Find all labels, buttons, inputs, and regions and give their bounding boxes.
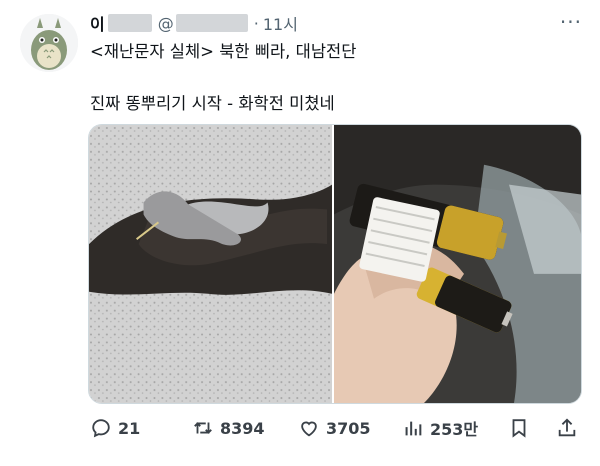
retweet-icon	[194, 422, 212, 434]
photo-leaflet-on-ground[interactable]	[89, 125, 334, 403]
redacted-name	[107, 14, 152, 32]
retweet-button[interactable]: 8394	[192, 413, 265, 443]
bookmark-button[interactable]	[508, 413, 530, 443]
more-options-icon[interactable]: ···	[560, 10, 582, 34]
views-count: 253만	[430, 420, 479, 439]
leaflet-balloon-on-ground-icon	[89, 125, 332, 403]
tweet-media[interactable]	[88, 124, 582, 404]
totoro-avatar-icon	[20, 14, 78, 72]
views-button[interactable]: 253만	[402, 413, 478, 443]
reply-count: 21	[118, 418, 141, 438]
reply-icon	[92, 419, 110, 438]
tweet-text-line-1: <재난문자 실체> 북한 삐라, 대남전단	[90, 42, 357, 61]
photo-hand-holding-batteries[interactable]	[334, 125, 581, 403]
author-handle[interactable]: @	[158, 14, 174, 33]
like-count: 3705	[326, 418, 371, 438]
views-chart-icon	[405, 421, 422, 436]
share-button[interactable]	[556, 413, 578, 443]
tweet-time[interactable]: 11시	[263, 11, 298, 35]
redacted-handle	[175, 14, 248, 32]
heart-icon	[301, 421, 317, 437]
bookmark-icon	[512, 419, 526, 438]
tweet-text-line-2: 진짜 똥뿌리기 시작 - 화학전 미쳤네	[90, 94, 335, 113]
retweet-count: 8394	[220, 418, 265, 438]
author-name[interactable]: 이	[90, 11, 105, 35]
like-button[interactable]: 3705	[298, 413, 371, 443]
tweet-actions: 21 8394 3705 253만	[0, 413, 600, 443]
reply-button[interactable]: 21	[90, 413, 140, 443]
avatar[interactable]	[20, 14, 78, 72]
hand-holding-batteries-icon	[334, 125, 581, 403]
tweet-header: 이 @ · 11시	[90, 11, 298, 35]
share-icon	[558, 418, 576, 437]
separator-dot: ·	[253, 13, 259, 33]
